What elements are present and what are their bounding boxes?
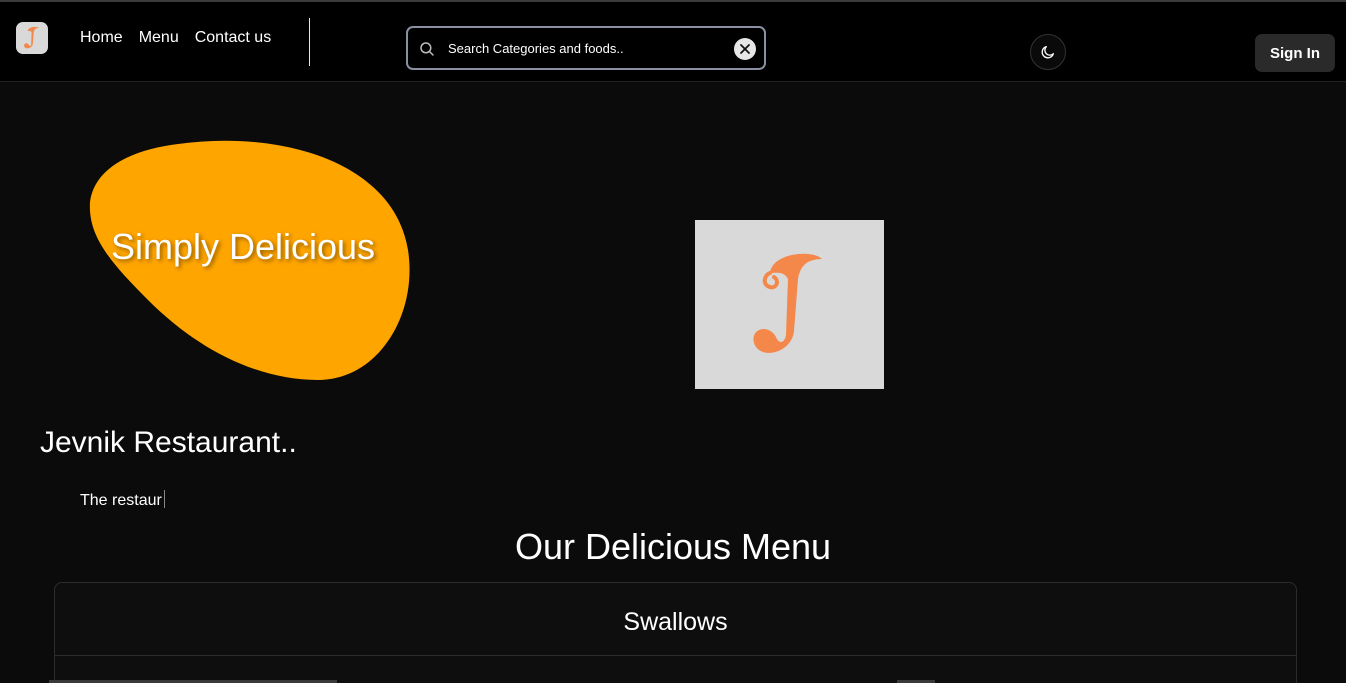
theme-toggle-button[interactable] bbox=[1030, 34, 1066, 70]
logo-j-icon bbox=[752, 253, 822, 353]
main-nav: Home Menu Contact us bbox=[80, 29, 271, 47]
typing-description: The restaur bbox=[80, 490, 165, 510]
card-divider bbox=[55, 655, 1296, 656]
restaurant-logo[interactable] bbox=[16, 22, 48, 54]
hero-tagline: Simply Delicious bbox=[110, 226, 376, 267]
search-bar bbox=[406, 26, 766, 70]
nav-link-menu[interactable]: Menu bbox=[139, 29, 179, 47]
typing-text-content: The restaur bbox=[80, 492, 162, 509]
hero-logo-image bbox=[695, 220, 884, 389]
close-icon bbox=[740, 44, 750, 54]
typing-cursor bbox=[163, 490, 165, 508]
menu-section-title: Our Delicious Menu bbox=[514, 526, 832, 567]
moon-icon bbox=[1041, 46, 1054, 59]
search-input[interactable] bbox=[448, 36, 728, 60]
menu-category-card: Swallows bbox=[49, 582, 1297, 683]
category-title: Swallows bbox=[623, 608, 728, 636]
navbar: Home Menu Contact us Sign In bbox=[0, 2, 1346, 82]
nav-divider bbox=[309, 18, 310, 66]
nav-link-contact[interactable]: Contact us bbox=[195, 29, 271, 47]
search-clear-button[interactable] bbox=[734, 38, 756, 60]
restaurant-name: Jevnik Restaurant.. bbox=[40, 426, 297, 459]
logo-j-icon bbox=[24, 26, 39, 49]
sign-in-button[interactable]: Sign In bbox=[1255, 34, 1335, 72]
search-icon bbox=[420, 42, 434, 56]
nav-link-home[interactable]: Home bbox=[80, 29, 123, 47]
